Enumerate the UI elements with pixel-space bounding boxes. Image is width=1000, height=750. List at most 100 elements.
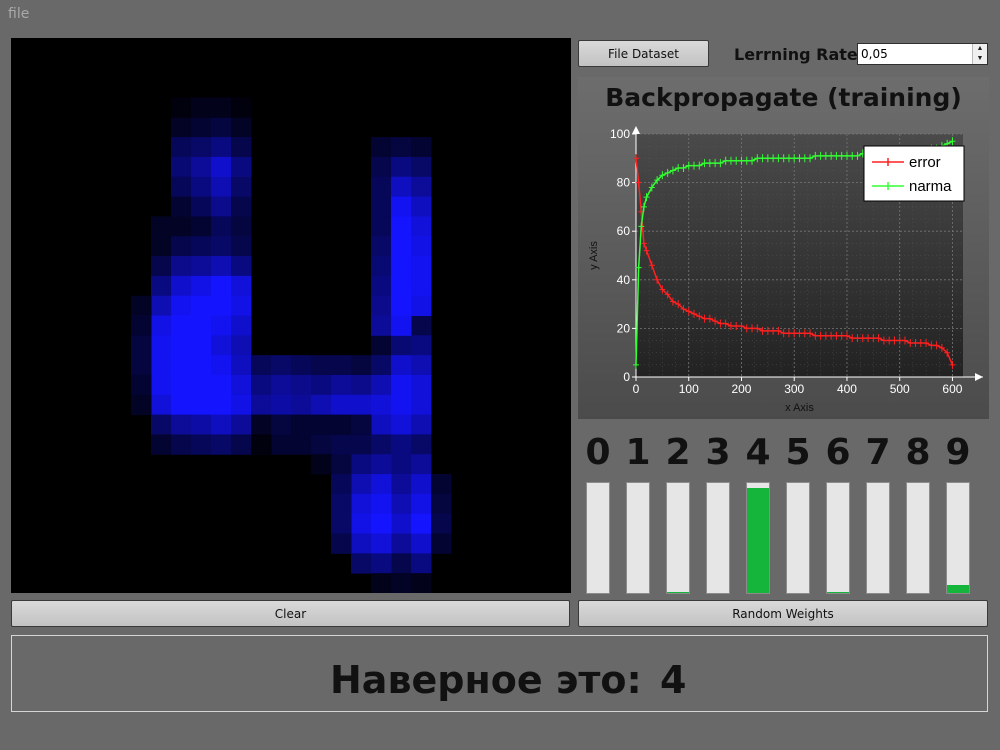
- x-axis-label: x Axis: [785, 402, 814, 414]
- canvas-pixel: [371, 454, 392, 475]
- canvas-pixel: [411, 434, 432, 455]
- digit-label: 9: [945, 432, 971, 473]
- canvas-pixel: [331, 434, 352, 455]
- canvas-pixel: [351, 394, 372, 416]
- canvas-pixel: [351, 434, 372, 455]
- canvas-pixel: [411, 137, 432, 158]
- random-weights-button[interactable]: Random Weights: [578, 600, 988, 627]
- menu-file[interactable]: file: [8, 6, 29, 22]
- canvas-pixel: [271, 355, 292, 376]
- canvas-pixel: [311, 434, 332, 455]
- learning-rate-spinbox[interactable]: 0,05 ▲ ▼: [857, 43, 988, 65]
- canvas-pixel: [411, 474, 432, 495]
- canvas-pixel: [211, 117, 232, 138]
- canvas-pixel: [411, 295, 432, 316]
- y-tick-label: 80: [617, 176, 631, 190]
- canvas-pixel: [411, 394, 432, 416]
- canvas-pixel: [151, 355, 172, 376]
- canvas-pixel: [391, 236, 412, 257]
- canvas-pixel: [251, 414, 272, 435]
- spin-arrows: ▲ ▼: [972, 44, 987, 64]
- canvas-pixel: [151, 434, 172, 455]
- canvas-pixel: [211, 196, 232, 217]
- output-bar: [626, 482, 650, 594]
- x-axis-arrow-icon: [975, 373, 983, 381]
- canvas-pixel: [231, 97, 252, 118]
- canvas-pixel: [391, 216, 412, 237]
- canvas-pixel: [371, 374, 392, 396]
- canvas-pixel: [371, 216, 392, 237]
- canvas-pixel: [191, 414, 212, 435]
- output-bar: [746, 482, 770, 594]
- canvas-pixel: [131, 374, 152, 396]
- canvas-pixel: [151, 275, 172, 297]
- canvas-pixel: [231, 137, 252, 158]
- canvas-pixel: [411, 513, 432, 535]
- canvas-pixel: [191, 394, 212, 416]
- learning-rate-value[interactable]: 0,05: [861, 47, 888, 61]
- spin-down-icon[interactable]: ▼: [973, 54, 987, 64]
- digit-pixel-grid[interactable]: [11, 38, 571, 593]
- canvas-pixel: [371, 295, 392, 316]
- canvas-pixel: [211, 315, 232, 336]
- canvas-pixel: [391, 513, 412, 535]
- canvas-pixel: [191, 196, 212, 217]
- canvas-pixel: [211, 156, 232, 178]
- canvas-pixel: [171, 414, 192, 435]
- canvas-pixel: [191, 137, 212, 158]
- canvas-pixel: [171, 434, 192, 455]
- canvas-pixel: [351, 355, 372, 376]
- canvas-pixel: [231, 434, 252, 455]
- spin-up-icon[interactable]: ▲: [973, 44, 987, 54]
- canvas-pixel: [371, 513, 392, 535]
- canvas-pixel: [231, 394, 252, 416]
- canvas-pixel: [411, 315, 432, 336]
- y-axis-arrow-icon: [632, 126, 640, 134]
- canvas-pixel: [391, 454, 412, 475]
- digit-label: 1: [625, 432, 651, 473]
- digit-label: 6: [825, 432, 851, 473]
- output-bar: [826, 482, 850, 594]
- canvas-pixel: [271, 434, 292, 455]
- canvas-pixel: [371, 434, 392, 455]
- canvas-pixel: [391, 414, 412, 435]
- canvas-pixel: [331, 355, 352, 376]
- canvas-pixel: [411, 355, 432, 376]
- y-axis-label: y Axis: [588, 241, 600, 270]
- canvas-pixel: [371, 176, 392, 198]
- canvas-pixel: [371, 156, 392, 178]
- prediction-label: Наверное это:: [330, 658, 642, 702]
- canvas-pixel: [431, 474, 452, 495]
- canvas-pixel: [211, 97, 232, 118]
- clear-button[interactable]: Clear: [11, 600, 570, 627]
- output-bar: [946, 482, 970, 594]
- canvas-pixel: [131, 394, 152, 416]
- canvas-pixel: [171, 117, 192, 138]
- canvas-pixel: [211, 216, 232, 237]
- canvas-pixel: [411, 533, 432, 554]
- canvas-pixel: [171, 97, 192, 118]
- canvas-pixel: [411, 553, 432, 574]
- canvas-pixel: [171, 156, 192, 178]
- canvas-pixel: [371, 315, 392, 336]
- canvas-pixel: [351, 474, 372, 495]
- file-dataset-button[interactable]: File Dataset: [578, 40, 709, 67]
- canvas-pixel: [411, 275, 432, 297]
- canvas-pixel: [151, 315, 172, 336]
- canvas-pixel: [391, 533, 412, 554]
- canvas-pixel: [411, 216, 432, 237]
- canvas-pixel: [351, 533, 372, 554]
- canvas-pixel: [291, 374, 312, 396]
- x-tick-label: 400: [837, 382, 857, 396]
- canvas-pixel: [391, 493, 412, 515]
- canvas-pixel: [351, 454, 372, 475]
- canvas-pixel: [131, 355, 152, 376]
- output-bar: [666, 482, 690, 594]
- canvas-pixel: [231, 176, 252, 198]
- canvas-pixel: [391, 573, 412, 593]
- canvas-pixel: [411, 414, 432, 435]
- canvas-pixel: [171, 374, 192, 396]
- output-bar: [786, 482, 810, 594]
- drawing-canvas[interactable]: [11, 38, 571, 593]
- canvas-pixel: [371, 256, 392, 277]
